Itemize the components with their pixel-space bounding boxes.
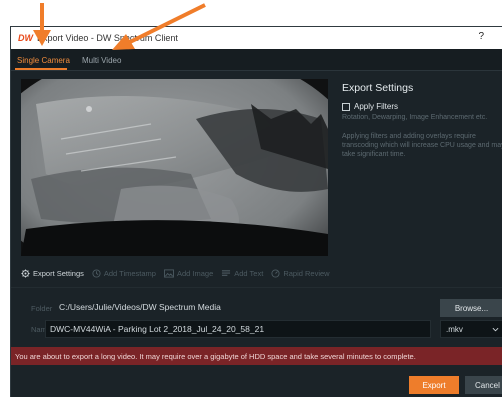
export-video-dialog: DW Export Video - DW Spectrum Client ? S… (10, 26, 502, 397)
file-name-input[interactable]: DWC-MV44WiA - Parking Lot 2_2018_Jul_24_… (45, 320, 431, 338)
image-icon (164, 268, 174, 278)
add-timestamp-label: Add Timestamp (103, 268, 156, 278)
active-tab-indicator (15, 68, 67, 70)
rapid-review-tool[interactable]: Rapid Review (271, 268, 330, 278)
add-timestamp-tool[interactable]: Add Timestamp (92, 269, 156, 278)
folder-path: C:/Users/Julie/Videos/DW Spectrum Media (59, 302, 221, 312)
filters-description: Rotation, Dewarping, Image Enhancement e… (342, 114, 488, 121)
window-title: Export Video - DW Spectrum Client (37, 33, 178, 43)
divider (11, 287, 502, 288)
clock-icon (92, 268, 101, 278)
export-button[interactable]: Export (409, 376, 459, 394)
export-settings-tool-label: Export Settings (33, 268, 84, 278)
tab-bar: Single Camera Multi Video (11, 49, 502, 71)
add-image-tool[interactable]: Add Image (164, 269, 213, 278)
export-settings-tool[interactable]: Export Settings (21, 269, 84, 278)
title-bar: DW Export Video - DW Spectrum Client ? (11, 27, 502, 49)
apply-filters-row[interactable]: Apply Filters (342, 102, 398, 111)
apply-filters-checkbox[interactable] (342, 102, 350, 111)
add-text-label: Add Text (234, 268, 264, 278)
help-button[interactable]: ? (478, 31, 484, 42)
tab-multi-video[interactable]: Multi Video (82, 49, 121, 71)
text-lines-icon (222, 269, 231, 276)
speedometer-icon (271, 268, 280, 278)
overlay-toolbar: Export Settings Add Timestamp Add Image … (21, 266, 338, 280)
add-image-label: Add Image (176, 268, 214, 278)
chevron-down-icon (492, 327, 499, 332)
rapid-review-label: Rapid Review (283, 268, 330, 278)
file-format-select[interactable]: .mkv (440, 320, 502, 338)
gear-icon (21, 268, 30, 278)
folder-label: Folder (31, 304, 53, 313)
app-logo: DW (18, 33, 33, 43)
video-preview (21, 79, 328, 256)
file-format-value: .mkv (446, 324, 463, 334)
transcoding-warning: Applying filters and adding overlays req… (342, 133, 502, 158)
browse-button[interactable]: Browse... (440, 299, 502, 317)
apply-filters-label[interactable]: Apply Filters (354, 102, 398, 111)
add-text-tool[interactable]: Add Text (221, 269, 263, 278)
camera-frame-image (21, 79, 328, 256)
cancel-button[interactable]: Cancel (465, 376, 502, 394)
export-settings-title: Export Settings (342, 82, 414, 94)
long-export-warning: You are about to export a long video. It… (11, 347, 502, 365)
